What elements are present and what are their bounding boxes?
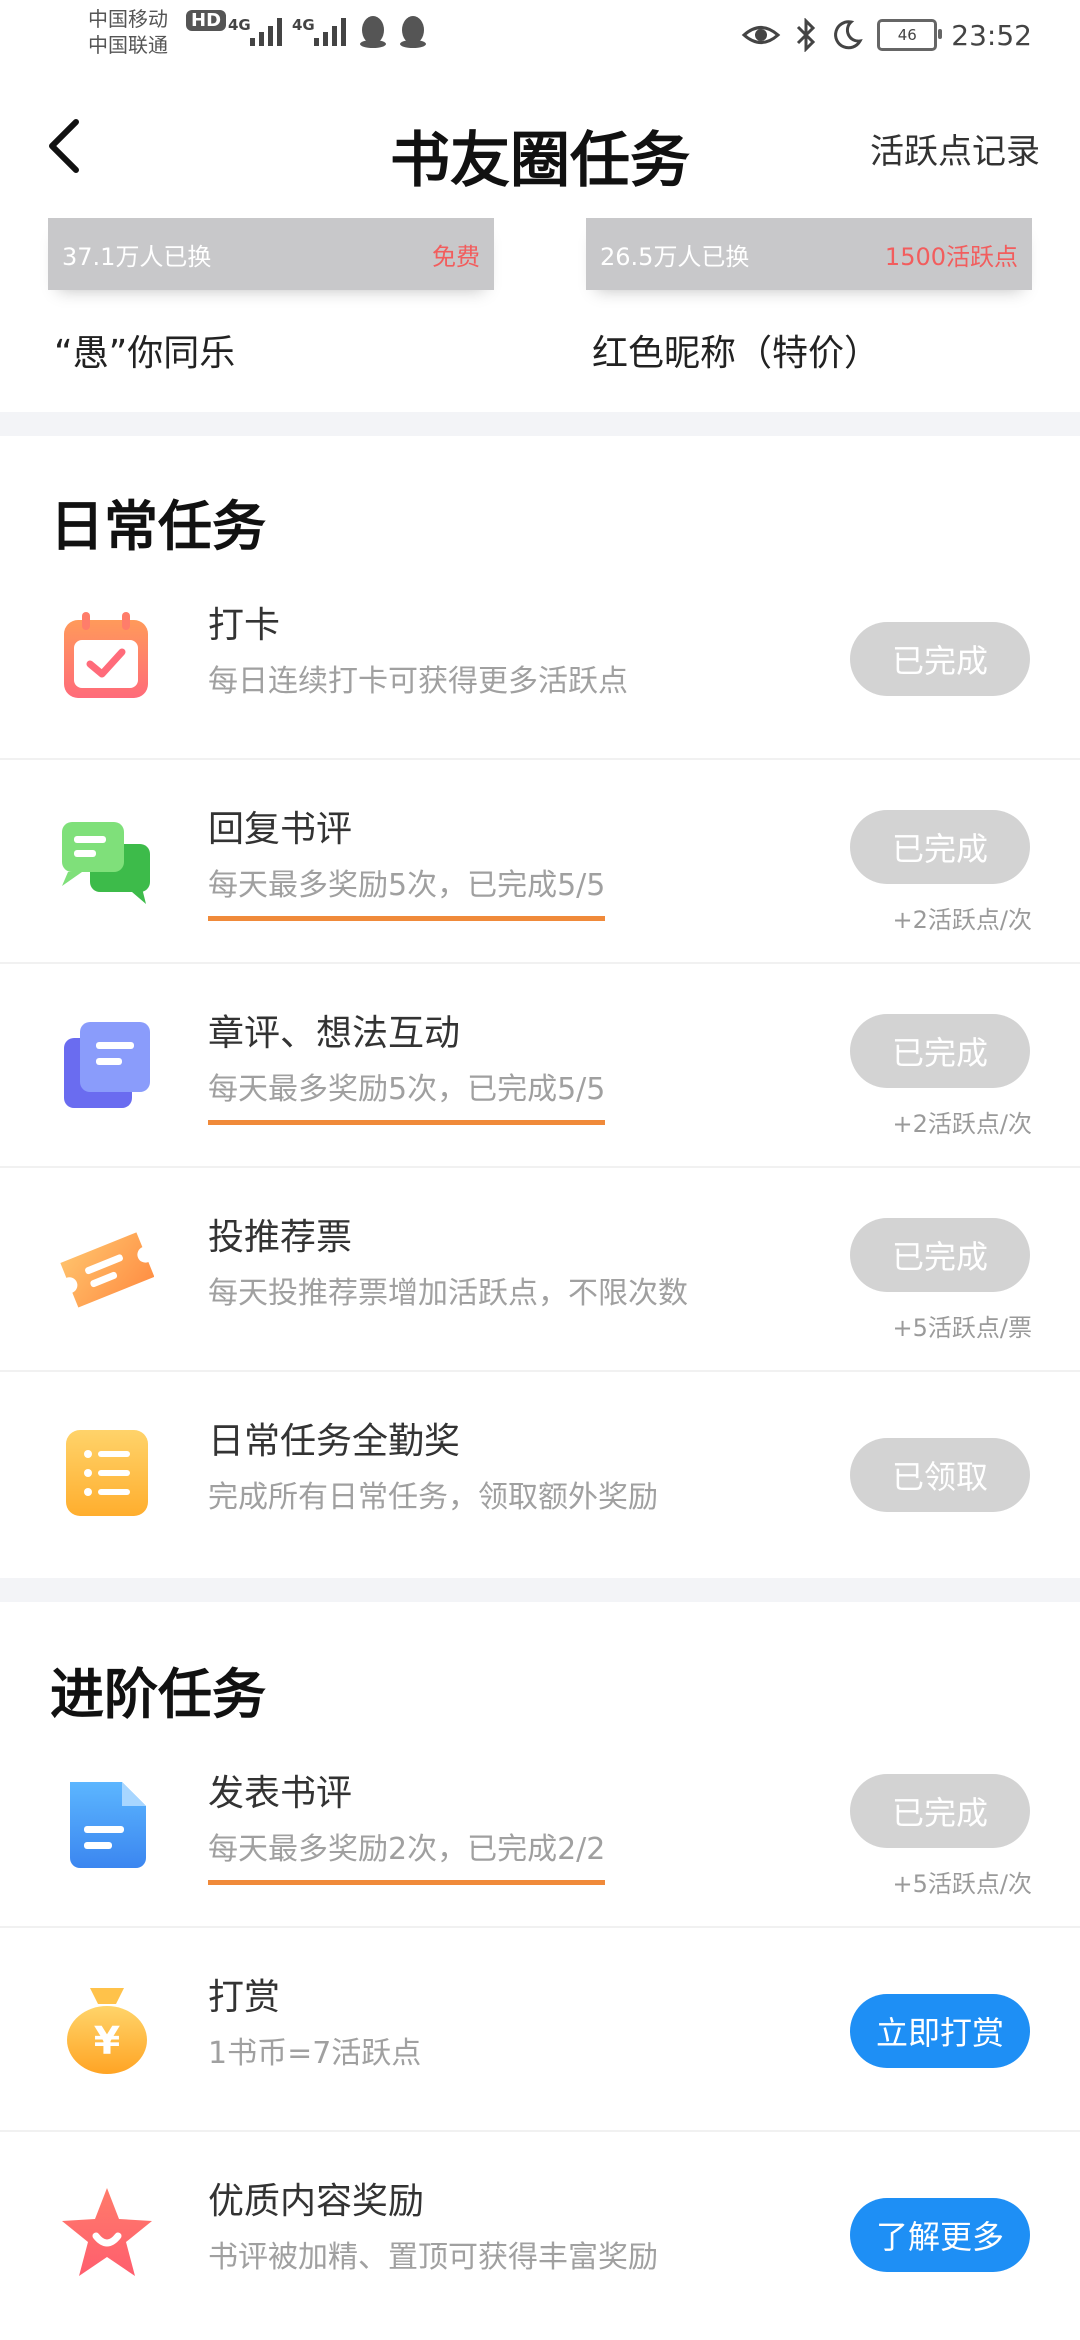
task-row-chapter-comment: 章评、想法互动 每天最多奖励5次，已完成5/5 已完成 +2活跃点/次 — [0, 964, 1080, 1168]
task-title: 打卡 — [208, 605, 281, 646]
carrier-1: 中国移动 — [88, 7, 168, 31]
list-icon — [66, 1430, 148, 1516]
reward-banner: 37.1万人已换 免费 — [48, 218, 494, 290]
task-reward: +5活跃点/票 — [892, 1314, 1032, 1342]
reward-card[interactable]: 37.1万人已换 免费 “愚”你同乐 — [48, 218, 494, 376]
task-description: 书评被加精、置顶可获得丰富奖励 — [208, 2240, 658, 2275]
task-row-checkin: 打卡 每日连续打卡可获得更多活跃点 已完成 — [0, 556, 1080, 760]
learn-more-button[interactable]: 了解更多 — [850, 2198, 1030, 2272]
tip-now-button[interactable]: 立即打赏 — [850, 1994, 1030, 2068]
task-title: 优质内容奖励 — [208, 2181, 425, 2222]
battery-icon: 46 — [877, 19, 943, 51]
eye-comfort-icon — [742, 26, 781, 44]
reward-name: 红色昵称（特价） — [592, 333, 881, 374]
task-title: 投推荐票 — [208, 1217, 353, 1258]
network-type-2: 4G — [292, 16, 315, 34]
reward-price: 1500活跃点 — [884, 242, 1018, 271]
document-stack-icon — [64, 1022, 150, 1108]
task-title: 回复书评 — [208, 809, 353, 850]
bluetooth-icon — [797, 18, 816, 52]
carrier-2: 中国联通 — [88, 33, 168, 57]
status-bar: 中国移动 中国联通 HD 4G 4G 46 23:52 — [0, 0, 1080, 72]
money-bag-icon: ¥ — [67, 1988, 147, 2074]
advanced-tasks-title: 进阶任务 — [50, 1662, 266, 1726]
carrier-labels: 中国移动 中国联通 — [88, 6, 168, 58]
task-row-vote: 投推荐票 每天投推荐票增加活跃点，不限次数 已完成 +5活跃点/票 — [0, 1168, 1080, 1372]
signal-icon — [250, 18, 282, 46]
task-description: 完成所有日常任务，领取额外奖励 — [208, 1480, 658, 1515]
task-row-post-review: 发表书评 每天最多奖励2次，已完成2/2 已完成 +5活跃点/次 — [0, 1724, 1080, 1928]
reward-banner: 26.5万人已换 1500活跃点 — [586, 218, 1032, 290]
task-row-reply-review: 回复书评 每天最多奖励5次，已完成5/5 已完成 +2活跃点/次 — [0, 760, 1080, 964]
clock: 23:52 — [951, 18, 1032, 52]
task-row-quality-content: 优质内容奖励 书评被加精、置顶可获得丰富奖励 了解更多 — [0, 2132, 1080, 2336]
claimed-button[interactable]: 已领取 — [850, 1438, 1030, 1512]
section-divider — [0, 1578, 1080, 1602]
task-reward: +2活跃点/次 — [892, 1110, 1032, 1138]
calendar-check-icon — [64, 612, 148, 698]
task-row-tip: ¥ 打赏 1书币=7活跃点 立即打赏 — [0, 1928, 1080, 2132]
task-title: 打赏 — [208, 1977, 281, 2018]
task-progress: 每天最多奖励2次，已完成2/2 — [208, 1824, 606, 1885]
reward-redeem-count: 26.5万人已换 — [600, 242, 750, 271]
task-description: 每日连续打卡可获得更多活跃点 — [208, 664, 628, 699]
network-type-1: 4G — [228, 16, 251, 34]
reward-card[interactable]: 26.5万人已换 1500活跃点 红色昵称（特价） — [586, 218, 1032, 376]
completed-button[interactable]: 已完成 — [850, 810, 1030, 884]
hd-badge: HD — [186, 10, 227, 31]
task-description: 每天投推荐票增加活跃点，不限次数 — [208, 1276, 688, 1311]
star-icon — [62, 2188, 152, 2276]
qq-icon — [400, 16, 426, 48]
daily-tasks-title: 日常任务 — [50, 494, 266, 558]
moon-icon — [834, 20, 864, 50]
ticket-icon — [60, 1232, 154, 1308]
task-description: 1书币=7活跃点 — [208, 2036, 422, 2071]
section-divider — [0, 412, 1080, 436]
qq-icon — [360, 16, 386, 48]
task-progress: 每天最多奖励5次，已完成5/5 — [208, 860, 606, 921]
document-icon — [70, 1782, 146, 1868]
task-title: 发表书评 — [208, 1773, 353, 1814]
chat-bubbles-icon — [62, 822, 150, 904]
task-title: 日常任务全勤奖 — [208, 1421, 461, 1462]
reward-name: “愚”你同乐 — [54, 333, 236, 374]
header: 书友圈任务 活跃点记录 — [0, 100, 1080, 200]
completed-button[interactable]: 已完成 — [850, 622, 1030, 696]
activity-record-link[interactable]: 活跃点记录 — [870, 124, 1040, 173]
task-row-attendance: 日常任务全勤奖 完成所有日常任务，领取额外奖励 已领取 — [0, 1372, 1080, 1576]
completed-button[interactable]: 已完成 — [850, 1774, 1030, 1848]
battery-level: 46 — [897, 26, 917, 44]
reward-redeem-count: 37.1万人已换 — [62, 242, 212, 271]
task-reward: +2活跃点/次 — [892, 906, 1032, 934]
reward-price: 免费 — [432, 242, 480, 271]
signal-icon — [314, 18, 346, 46]
task-progress: 每天最多奖励5次，已完成5/5 — [208, 1064, 606, 1125]
svg-text:¥: ¥ — [94, 2019, 120, 2063]
task-reward: +5活跃点/次 — [892, 1870, 1032, 1898]
task-title: 章评、想法互动 — [208, 1013, 461, 1054]
completed-button[interactable]: 已完成 — [850, 1014, 1030, 1088]
completed-button[interactable]: 已完成 — [850, 1218, 1030, 1292]
